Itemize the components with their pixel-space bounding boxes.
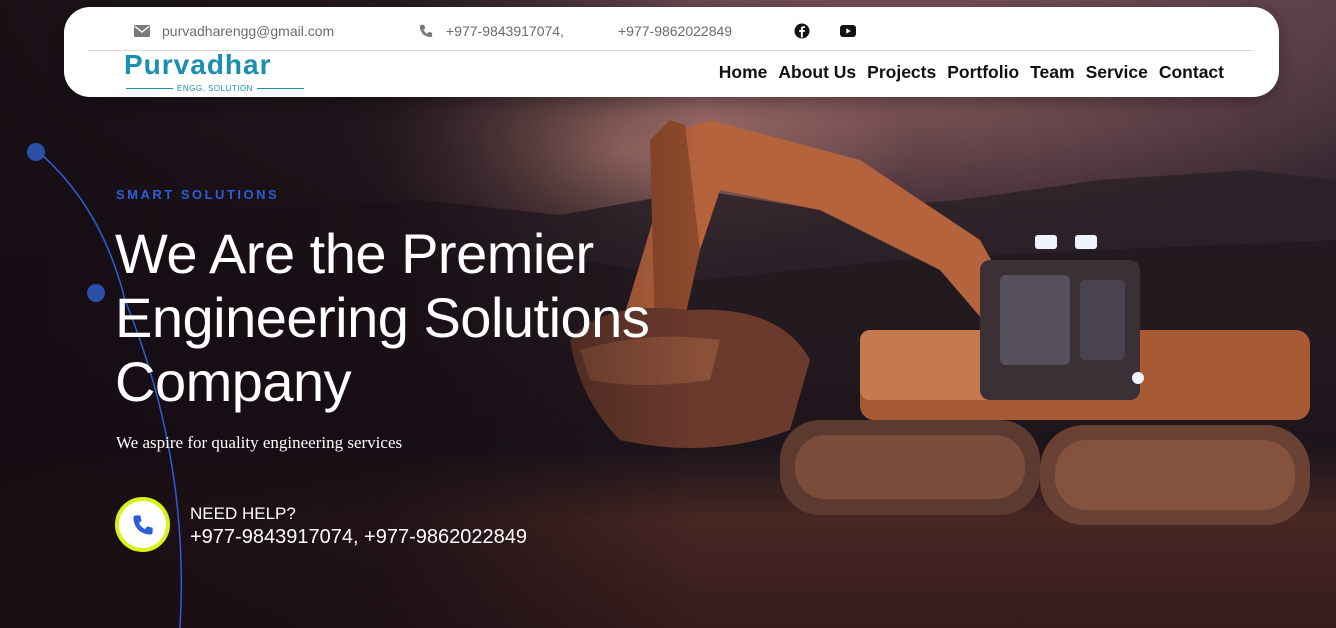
hero-eyebrow: SMART SOLUTIONS [116, 187, 280, 202]
nav-contact[interactable]: Contact [1159, 62, 1224, 83]
email-text: purvadharengg@gmail.com [162, 23, 335, 39]
nav-portfolio[interactable]: Portfolio [947, 62, 1019, 83]
brand-tagline-row: ENGG. SOLUTION [126, 83, 304, 93]
help-phone-numbers[interactable]: +977-9843917074, +977-9862022849 [190, 526, 527, 549]
youtube-icon[interactable] [840, 23, 856, 39]
nav-service[interactable]: Service [1086, 62, 1148, 83]
brand-logo[interactable]: Purvadhar ENGG. SOLUTION [122, 49, 312, 95]
phone-icon [419, 24, 433, 38]
site-header: purvadharengg@gmail.com +977-9843917074,… [64, 7, 1279, 97]
main-nav: Home About Us Projects Portfolio Team Se… [719, 62, 1224, 83]
facebook-icon[interactable] [794, 23, 810, 39]
nav-projects[interactable]: Projects [867, 62, 936, 83]
phone-icon [132, 514, 153, 535]
tagline-rule-left [126, 87, 174, 89]
hero-subtitle: We aspire for quality engineering servic… [116, 433, 403, 452]
brand-tagline: ENGG. SOLUTION [177, 83, 253, 93]
help-title: NEED HELP? [190, 504, 296, 523]
brand-name: Purvadhar [124, 49, 272, 80]
help-phone-button[interactable] [115, 497, 170, 552]
phone-primary-text: +977-9843917074, [446, 23, 564, 39]
hero-headline: We Are the Premier Engineering Solutions… [115, 222, 650, 413]
envelope-icon [134, 25, 150, 37]
phone-secondary-text: +977-9862022849 [618, 23, 733, 39]
phone-contact[interactable]: +977-9843917074, [418, 23, 564, 39]
nav-about-us[interactable]: About Us [778, 62, 856, 83]
tagline-rule-right [256, 87, 304, 89]
nav-team[interactable]: Team [1030, 62, 1074, 83]
nav-home[interactable]: Home [719, 62, 768, 83]
email-contact[interactable]: purvadharengg@gmail.com [134, 23, 334, 39]
contact-topbar: purvadharengg@gmail.com +977-9843917074,… [88, 7, 1254, 51]
phone-secondary[interactable]: +977-9862022849 [618, 23, 732, 39]
